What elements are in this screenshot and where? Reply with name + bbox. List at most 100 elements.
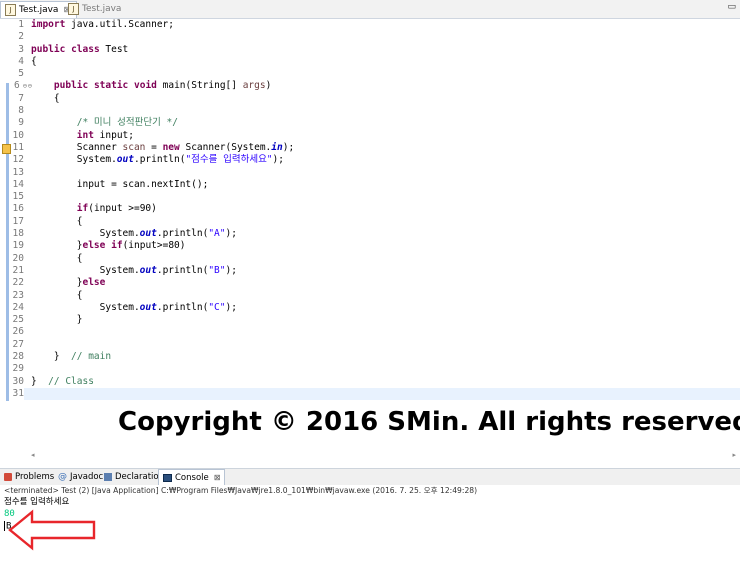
code-token: ) <box>265 80 272 92</box>
code-line[interactable]: Scanner scan = new Scanner(System.in); <box>31 142 294 154</box>
code-area[interactable]: import java.util.Scanner; public class Te… <box>31 19 294 400</box>
close-icon[interactable]: ⊠ <box>214 470 221 486</box>
code-token: else <box>82 240 106 252</box>
line-number: 18 <box>12 228 24 240</box>
code-line[interactable] <box>31 31 294 43</box>
line-number: 5 <box>18 68 24 80</box>
line-number: 2 <box>18 31 24 43</box>
tab-declaration[interactable]: Declaration <box>104 469 164 485</box>
line-number-gutter: 1 2 3 4 5 6 ⊖ ⊖ 7 8 9 10 11 12 13 14 15 16 17 18 19 20 21 22 23 2… <box>10 19 32 400</box>
code-token: // Class <box>48 375 94 387</box>
tab-label: Console <box>175 473 209 483</box>
code-token: /* 미니 성적판단기 */ <box>76 117 178 129</box>
tab-label: Declaration <box>115 472 165 482</box>
code-token: = <box>145 141 163 153</box>
line-number: 26 <box>12 326 24 338</box>
line-number: 28 <box>12 351 24 363</box>
code-line[interactable]: System.out.println("C"); <box>31 302 294 314</box>
code-line[interactable] <box>31 105 294 117</box>
code-token: input; <box>93 129 134 141</box>
line-number: 14 <box>12 178 24 190</box>
code-token: ); <box>225 264 237 276</box>
line-number: 23 <box>12 289 24 301</box>
tab-label: Test.java <box>19 5 59 15</box>
tab-javadoc[interactable]: @ Javadoc <box>58 469 103 485</box>
code-line[interactable]: public class Test <box>31 44 294 56</box>
java-file-icon: J <box>5 4 16 16</box>
code-line[interactable] <box>31 339 294 351</box>
tab-console[interactable]: Console ⊠ <box>158 469 226 486</box>
line-number: 10 <box>12 129 24 141</box>
code-token: { <box>31 215 83 227</box>
code-line[interactable]: import java.util.Scanner; <box>31 19 294 31</box>
code-token: java.util.Scanner; <box>65 19 174 30</box>
line-number: 1 <box>18 19 24 30</box>
code-token: int <box>76 129 94 141</box>
code-line[interactable]: System.out.println("점수를 입력하세요"); <box>31 154 294 166</box>
line-number: 24 <box>12 301 24 313</box>
problems-icon <box>4 473 12 481</box>
code-line[interactable]: }else <box>31 277 294 289</box>
console-prompt-output: 점수를 입력하세요 <box>4 497 70 507</box>
code-token: ); <box>272 154 284 166</box>
scroll-right-icon[interactable]: ▸ <box>732 451 736 459</box>
line-number: 8 <box>18 105 24 117</box>
fold-icon[interactable]: ⊖ <box>23 82 27 90</box>
line-number: 13 <box>12 166 24 178</box>
tab-test-java-2[interactable]: J Test.java <box>64 1 127 17</box>
code-token: } <box>31 351 72 363</box>
code-editor[interactable]: 1 2 3 4 5 6 ⊖ ⊖ 7 8 9 10 11 12 13 14 15 16 17 18 19 20 21 22 23 2… <box>0 19 740 459</box>
scroll-left-icon[interactable]: ◂ <box>31 451 35 459</box>
code-line[interactable]: /* 미니 성적판단기 */ <box>31 117 294 129</box>
code-token: new <box>162 141 180 153</box>
code-line[interactable] <box>31 191 294 203</box>
line-number: 29 <box>12 363 24 375</box>
java-file-icon: J <box>68 3 79 15</box>
code-line[interactable] <box>31 68 294 80</box>
code-token: } <box>31 375 49 387</box>
code-line[interactable]: System.out.println("B"); <box>31 265 294 277</box>
code-token: out <box>139 301 157 313</box>
code-token: "A" <box>208 228 226 240</box>
code-token: "B" <box>208 264 226 276</box>
code-line[interactable]: { <box>31 216 294 228</box>
maximize-icon[interactable]: ▭ <box>727 2 736 12</box>
code-token: out <box>139 264 157 276</box>
code-line[interactable]: } // main <box>31 351 294 363</box>
tab-problems[interactable]: Problems <box>4 469 54 485</box>
code-token: { <box>31 92 60 104</box>
code-line[interactable] <box>31 388 294 400</box>
code-token: input = scan.nextInt(); <box>31 178 209 190</box>
code-token: ); <box>225 301 237 313</box>
code-line[interactable]: { <box>31 93 294 105</box>
code-line[interactable]: int input; <box>31 130 294 142</box>
annotation-arrow-icon <box>8 509 96 551</box>
code-token: } <box>31 277 83 289</box>
console-view[interactable]: <terminated> Test (2) [Java Application]… <box>0 485 740 587</box>
code-token: class <box>71 43 100 55</box>
line-number: 22 <box>12 277 24 289</box>
code-line[interactable]: input = scan.nextInt(); <box>31 179 294 191</box>
code-token: scan <box>122 141 146 153</box>
code-line[interactable]: if(input >=90) <box>31 203 294 215</box>
code-line[interactable]: } <box>31 314 294 326</box>
code-line[interactable]: System.out.println("A"); <box>31 228 294 240</box>
line-number: 3 <box>18 43 24 55</box>
line-number: 31 <box>12 387 24 399</box>
code-line[interactable] <box>31 326 294 338</box>
code-line[interactable]: public static void main(String[] args) <box>31 80 294 92</box>
code-line[interactable]: { <box>31 253 294 265</box>
code-line[interactable]: } // Class <box>31 376 294 388</box>
code-token: } <box>31 240 83 252</box>
tab-label: Problems <box>15 472 55 482</box>
code-line[interactable]: }else if(input>=80) <box>31 240 294 252</box>
code-line[interactable] <box>31 167 294 179</box>
code-line[interactable]: { <box>31 56 294 68</box>
code-token: ); <box>225 228 237 240</box>
code-token: in <box>271 141 283 153</box>
code-line[interactable] <box>31 363 294 375</box>
line-number: 11 <box>12 141 24 153</box>
code-line[interactable]: { <box>31 290 294 302</box>
horizontal-scrollbar[interactable]: ◂ ▸ <box>31 451 740 459</box>
